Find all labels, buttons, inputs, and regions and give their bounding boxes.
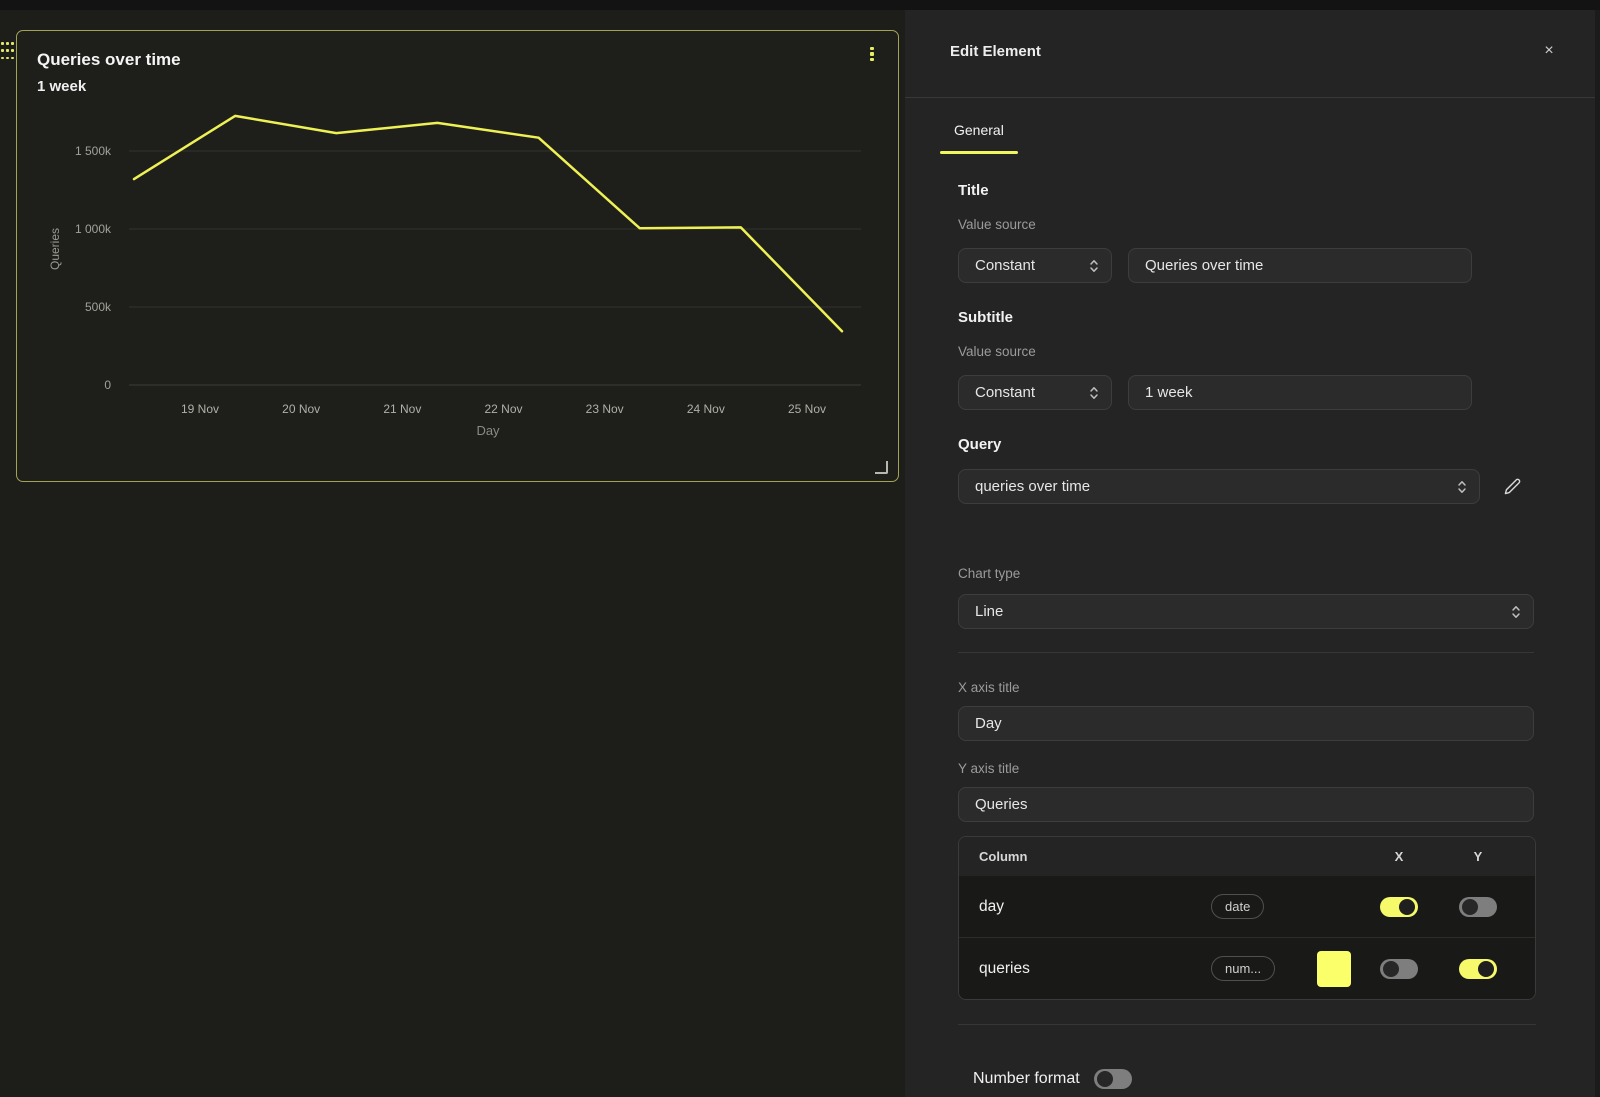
number-format-label: Number format [973,1070,1080,1088]
type-badge: date [1211,894,1264,919]
x-axis-tick-label: 24 Nov [687,402,725,416]
title-value-source-label: Value source [958,217,1547,232]
chevron-updown-icon [1089,385,1099,401]
column-name: day [979,898,1211,916]
x-axis-title-label: X axis title [958,680,1547,695]
y-axis-title: Queries [48,228,62,270]
x-axis-title-input[interactable] [973,714,1519,733]
card-drag-handle-icon[interactable] [1,42,14,62]
subtitle-source-select[interactable]: Constant [958,375,1112,410]
queries-y-toggle[interactable] [1459,959,1497,979]
chart-type-select[interactable]: Line [958,594,1534,629]
y-axis-title-input[interactable] [973,795,1519,814]
panel-body: Title Value source Constant Subtitle Val… [905,182,1547,1089]
y-axis-tick-label: 500k [85,300,112,314]
chevron-updown-icon [1089,258,1099,274]
queries-x-toggle[interactable] [1380,959,1418,979]
header-divider [905,97,1600,98]
data-line [134,116,842,331]
col-header-y: Y [1441,849,1515,864]
tab-general[interactable]: General [940,122,1018,154]
columns-table: Column X Y day date queries num... [958,836,1536,1000]
chart-card[interactable]: Queries over time 1 week 0500k1 000k1 50… [16,30,899,482]
x-axis-tick-label: 20 Nov [282,402,320,416]
panel-title: Edit Element [950,43,1041,60]
query-section-heading: Query [958,436,1547,453]
x-axis-tick-label: 21 Nov [383,402,421,416]
section-divider [958,1024,1536,1025]
title-value-input[interactable] [1143,256,1457,275]
chevron-updown-icon [1457,479,1467,495]
number-format-toggle[interactable] [1094,1069,1132,1089]
col-header-column: Column [979,849,1211,864]
column-name: queries [979,960,1211,978]
y-axis-tick-label: 1 500k [75,144,112,158]
title-source-select[interactable]: Constant [958,248,1112,283]
col-header-x: X [1357,849,1441,864]
edit-query-button[interactable] [1504,469,1521,504]
day-y-toggle[interactable] [1459,897,1497,917]
section-divider [958,652,1534,653]
y-axis-title-label: Y axis title [958,761,1547,776]
card-resize-handle-icon[interactable] [875,461,888,474]
app-root: { "accent_color": "#f2f65e", "chart_data… [0,0,1600,1097]
type-badge: num... [1211,956,1275,981]
subtitle-value-input[interactable] [1143,383,1457,402]
dashboard-canvas: Queries over time 1 week 0500k1 000k1 50… [0,10,905,1097]
day-x-toggle[interactable] [1380,897,1418,917]
table-row-day: day date [959,876,1535,937]
panel-header: Edit Element × [905,10,1600,97]
chart-type-select-value: Line [975,603,1003,620]
close-icon[interactable]: × [1538,40,1560,62]
title-source-select-value: Constant [975,257,1035,274]
title-section-heading: Title [958,182,1547,199]
x-axis-tick-label: 25 Nov [788,402,826,416]
line-chart: 0 500k 1 000k 1 500k 19 Nov 20 Nov 21 Nov 22 No… [17,31,897,480]
edit-element-panel: Edit Element × General Title Value sourc… [905,10,1600,1097]
panel-scrollbar[interactable] [1595,10,1600,1097]
chevron-updown-icon [1511,604,1521,620]
series-color-swatch[interactable] [1317,951,1351,987]
x-axis-tick-label: 22 Nov [484,402,522,416]
subtitle-section-heading: Subtitle [958,309,1547,326]
subtitle-source-select-value: Constant [975,384,1035,401]
x-axis-tick-label: 23 Nov [586,402,624,416]
chart-type-label: Chart type [958,566,1547,581]
subtitle-value-source-label: Value source [958,344,1547,359]
query-select-value: queries over time [975,478,1090,495]
query-select[interactable]: queries over time [958,469,1480,504]
pencil-icon [1504,478,1521,495]
columns-table-header: Column X Y [959,837,1535,876]
table-row-queries: queries num... [959,937,1535,999]
tab-bar: General [940,122,1600,154]
y-axis-tick-label: 1 000k [75,222,112,236]
number-format-row: Number format [958,1069,1547,1089]
y-axis-tick-label: 0 [104,378,111,392]
x-axis-title: Day [476,423,500,438]
x-axis-tick-label: 19 Nov [181,402,219,416]
top-strip [0,0,1600,10]
